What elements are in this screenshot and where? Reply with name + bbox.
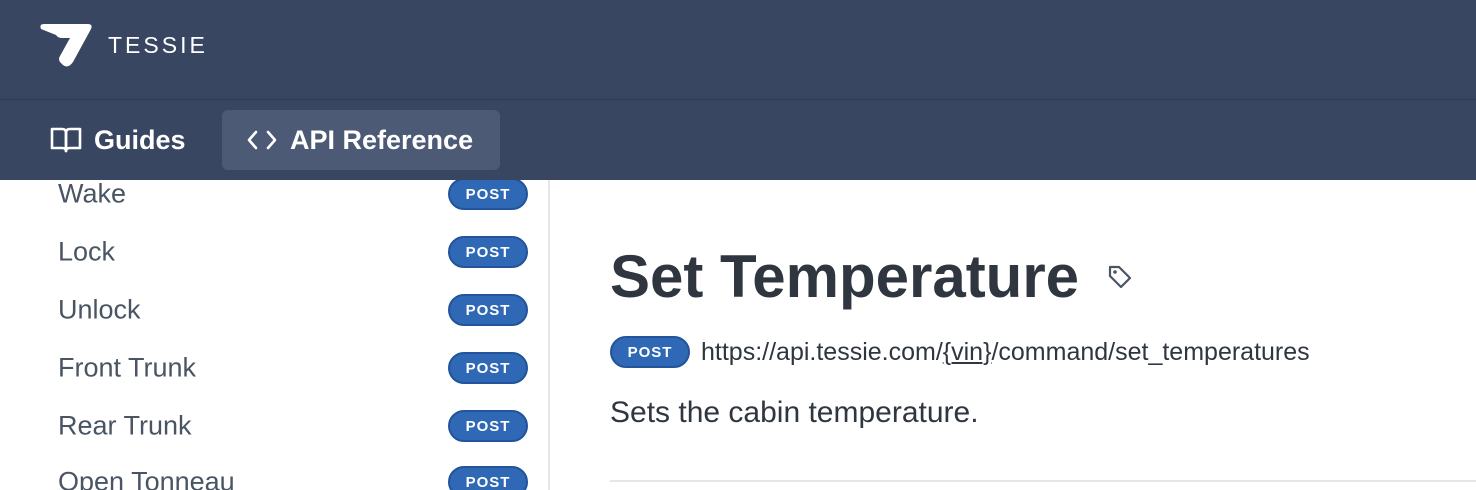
endpoint-row: POST https://api.tessie.com/{vin}/comman… [610,336,1310,368]
url-prefix: https://api.tessie.com/ [701,337,943,366]
endpoint-description: Sets the cabin temperature. [610,396,979,429]
method-badge: POST [448,236,528,268]
divider [610,480,1476,482]
brand-logo[interactable]: TESSIE [38,20,208,70]
url-path-param: {vin} [942,337,992,366]
nav-tab-label: Guides [94,124,186,155]
method-badge: POST [448,294,528,326]
method-badge: POST [448,466,528,490]
sidebar-item-front-trunk[interactable]: Front Trunk POST [0,339,548,397]
sidebar-item-label: Lock [58,236,116,267]
page-title: Set Temperature [610,243,1080,310]
sidebar-item-wake[interactable]: Wake POST [0,180,548,223]
sidebar-item-label: Open Tonneau [58,466,235,490]
sidebar-item-unlock[interactable]: Unlock POST [0,281,548,339]
method-badge: POST [448,352,528,384]
sidebar-item-lock[interactable]: Lock POST [0,223,548,281]
sidebar-item-label: Unlock [58,294,141,325]
url-suffix: /command/set_temperatures [991,337,1310,366]
code-icon [246,128,278,152]
nav-tab-api-reference[interactable]: API Reference [222,110,500,170]
section-nav: Guides API Reference [0,100,1476,180]
tessie-logo-icon [38,20,94,70]
endpoint-sidebar: Wake POST Lock POST Unlock POST Front Tr… [0,180,550,490]
sidebar-item-label: Wake [58,180,127,209]
nav-tab-label: API Reference [290,124,474,155]
endpoint-content: Set Temperature POST https://api.tessie.… [552,180,1476,490]
title-row: Set Temperature [610,242,1133,311]
tag-icon[interactable] [1107,264,1133,290]
method-badge: POST [448,410,528,442]
sidebar-item-label: Front Trunk [58,352,197,383]
top-header: TESSIE [0,0,1476,100]
sidebar-item-label: Rear Trunk [58,410,192,441]
nav-tab-guides[interactable]: Guides [26,110,208,170]
method-badge: POST [610,336,690,368]
endpoint-url[interactable]: https://api.tessie.com/{vin}/command/set… [701,338,1310,367]
sidebar-item-rear-trunk[interactable]: Rear Trunk POST [0,397,548,455]
book-icon [50,126,82,154]
brand-name: TESSIE [108,31,208,58]
method-badge: POST [448,180,528,210]
sidebar-item-open-tonneau[interactable]: Open Tonneau POST [0,453,548,490]
